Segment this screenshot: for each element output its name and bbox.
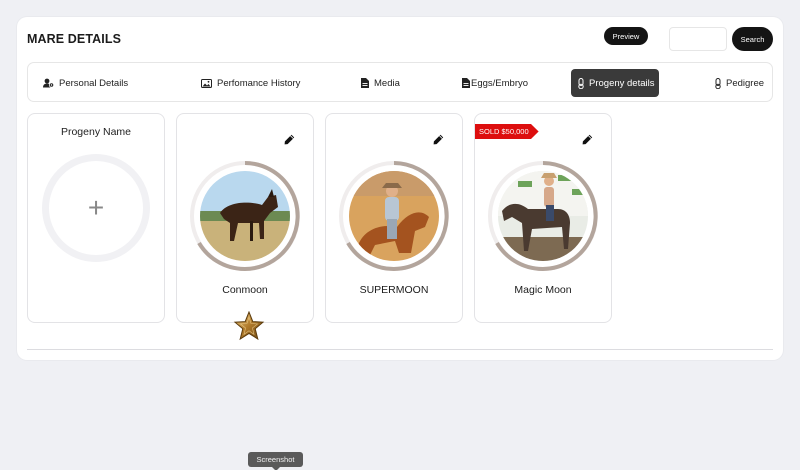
progeny-photo (488, 161, 598, 276)
sold-badge: SOLD $50,000 (475, 124, 539, 139)
thermometer-icon (715, 77, 721, 89)
progeny-photo (339, 161, 449, 276)
page-title: MARE DETAILS (27, 32, 122, 46)
pencil-icon[interactable] (433, 132, 444, 150)
tab-pedigree[interactable]: Pedigree (708, 69, 771, 97)
add-progeny-button[interactable]: + (42, 154, 150, 262)
document-icon (361, 78, 369, 88)
progeny-photo (190, 161, 300, 276)
pencil-icon[interactable] (582, 132, 593, 150)
tab-label: Perfomance History (217, 77, 301, 89)
progeny-name: Magic Moon (514, 284, 572, 296)
mare-details-panel: MARE DETAILS Preview Search Personal Det… (17, 17, 783, 360)
tab-label: Pedigree (726, 77, 765, 89)
thermometer-icon (578, 77, 584, 89)
tab-personal-details[interactable]: Personal Details (36, 69, 135, 97)
tab-bar: Personal Details Perfomance History Medi… (27, 62, 773, 102)
tab-label: Personal Details (59, 77, 129, 89)
progeny-name: Conmoon (222, 284, 268, 296)
tab-media[interactable]: Media (354, 69, 407, 97)
divider (27, 349, 773, 350)
progeny-card: Conmoon (176, 113, 314, 323)
tab-progeny-details[interactable]: Progeny details (571, 69, 659, 97)
person-gear-icon (43, 78, 54, 88)
tab-label: Eggs/Embryo (471, 77, 529, 89)
image-icon (201, 78, 212, 88)
progeny-name: SUPERMOON (359, 284, 429, 296)
tab-label: Progeny details (589, 77, 655, 89)
progeny-card: SOLD $50,000 Magic Moon (474, 113, 612, 323)
tooltip: Screenshot (248, 452, 303, 470)
progeny-name-heading: Progeny Name (60, 126, 132, 138)
plus-icon: + (87, 192, 105, 223)
tab-label: Media (374, 77, 400, 89)
add-progeny-card[interactable]: Progeny Name + (27, 113, 165, 323)
progeny-card: SUPERMOON (325, 113, 463, 323)
search-input[interactable] (669, 27, 727, 51)
search-button[interactable]: Search (732, 27, 773, 51)
document-icon (462, 78, 470, 88)
star-icon (233, 310, 265, 346)
tab-performance-history[interactable]: Perfomance History (194, 69, 307, 97)
tab-eggs-embryo[interactable]: Eggs/Embryo (455, 69, 535, 97)
preview-button[interactable]: Preview (604, 27, 648, 45)
pencil-icon[interactable] (284, 132, 295, 150)
